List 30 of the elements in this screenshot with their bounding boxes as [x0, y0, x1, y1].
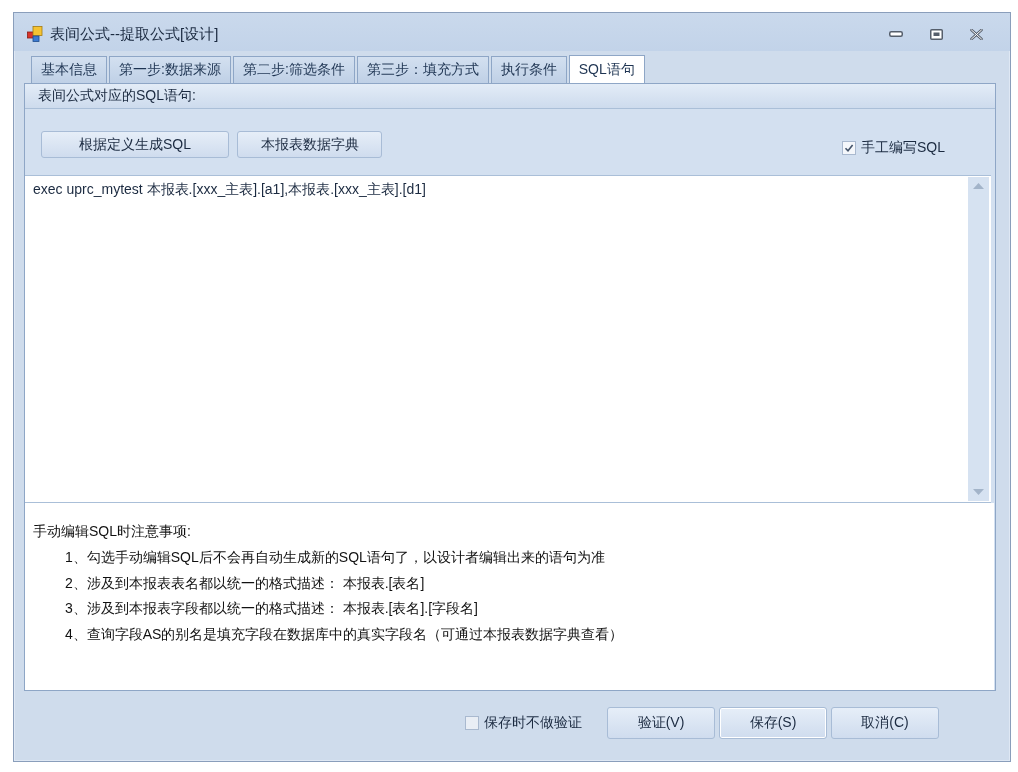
checkbox-label: 手工编写SQL [861, 139, 945, 157]
note-item: 1、勾选手动编辑SQL后不会再自动生成新的SQL语句了，以设计者编辑出来的语句为准 [64, 548, 606, 567]
dialog-button[interactable]: 取消(C) [831, 707, 939, 739]
scroll-up-icon[interactable] [973, 183, 984, 189]
window-title: 表间公式--提取公式[设计] [50, 24, 219, 44]
tab[interactable]: SQL语句 [568, 55, 645, 84]
skip-validation-checkbox[interactable] [465, 716, 479, 730]
manual-sql-checkbox[interactable] [842, 141, 856, 155]
section-heading: 表间公式对应的SQL语句: [25, 84, 995, 109]
notes-title: 手动编辑SQL时注意事项: [33, 522, 192, 541]
dialog-button[interactable]: 保存(S) [719, 707, 827, 739]
app-icon [27, 26, 43, 42]
tab[interactable]: 执行条件 [490, 56, 567, 83]
tab[interactable]: 基本信息 [31, 56, 107, 83]
tab[interactable]: 第二步:筛选条件 [232, 56, 355, 83]
close-icon [969, 28, 983, 40]
note-item: 4、查询字段AS的别名是填充字段在数据库中的真实字段名（可通过本报表数据字典查看） [64, 624, 625, 644]
dialog-button[interactable]: 验证(V) [607, 707, 715, 739]
toolbar-button[interactable]: 根据定义生成SQL [41, 131, 229, 158]
checkbox-label: 保存时不做验证 [484, 714, 582, 732]
toolbar-button[interactable]: 本报表数据字典 [237, 131, 382, 158]
tab[interactable]: 第三步：填充方式 [356, 56, 489, 83]
checkmark-icon [844, 143, 854, 153]
vertical-scrollbar[interactable] [968, 177, 989, 501]
tab[interactable]: 第一步:数据来源 [109, 56, 231, 83]
note-item: 2、涉及到本报表表名都以统一的格式描述： 本报表.[表名] [64, 573, 426, 593]
minimize-icon [889, 31, 903, 37]
note-item: 3、涉及到本报表字段都以统一的格式描述： 本报表.[表名].[字段名] [64, 599, 479, 618]
maximize-icon [929, 28, 943, 40]
scroll-down-icon[interactable] [973, 489, 984, 495]
